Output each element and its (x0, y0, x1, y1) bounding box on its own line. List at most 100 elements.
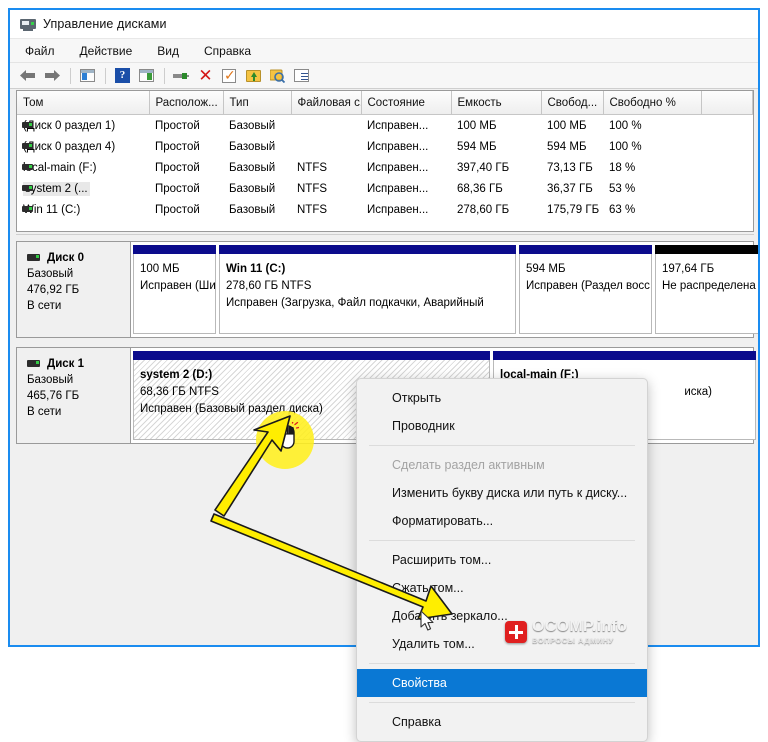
volume-icon (22, 185, 33, 191)
col-header-volume[interactable]: Том (17, 91, 150, 115)
menu-item-format[interactable]: Форматировать... (357, 507, 647, 535)
col-header-type[interactable]: Тип (223, 91, 292, 115)
menu-item-file[interactable]: Файл (22, 42, 58, 60)
pane-splitter[interactable] (16, 234, 754, 241)
volume-free-pct-cell: 100 % (609, 119, 642, 132)
table-row[interactable]: local-main (F:) Простой Базовый NTFS Исп… (17, 157, 753, 178)
show-action-pane-icon[interactable] (135, 65, 157, 86)
col-header-layout[interactable]: Располож... (149, 91, 224, 115)
volume-capacity-cell: 397,40 ГБ (457, 161, 510, 174)
partition-block[interactable]: Win 11 (C:) 278,60 ГБ NTFS Исправен (Заг… (219, 245, 516, 334)
volume-status-cell: Исправен... (367, 140, 429, 153)
menu-separator (369, 663, 635, 664)
partition-status: Исправен (Загрузка, Файл подкачки, Авари… (226, 297, 484, 309)
menu-item-extend-volume[interactable]: Расширить том... (357, 546, 647, 574)
menu-item-view[interactable]: Вид (154, 42, 182, 60)
volume-type-cell: Базовый (229, 119, 276, 132)
disk1-size: 465,76 ГБ (27, 390, 80, 402)
disk-management-app-icon (20, 17, 36, 31)
volume-capacity-cell: 278,60 ГБ (457, 203, 510, 216)
volume-layout-cell: Простой (155, 203, 200, 216)
menu-item-properties[interactable]: Свойства (357, 669, 647, 697)
search-icon[interactable] (266, 65, 288, 86)
disk1-title: Диск 1 (27, 356, 130, 372)
help-icon[interactable]: ? (111, 65, 133, 86)
properties-check-icon[interactable]: ✓ (218, 65, 240, 86)
volume-spacer-cell (701, 157, 753, 178)
disk-icon (27, 360, 40, 367)
table-row[interactable]: (Диск 0 раздел 4) Простой Базовый Исправ… (17, 136, 753, 157)
partition-size: 594 МБ (526, 263, 566, 275)
volume-free-cell: 73,13 ГБ (547, 161, 593, 174)
partition-body: Win 11 (C:) 278,60 ГБ NTFS Исправен (Заг… (219, 254, 516, 334)
volume-type-cell: Базовый (229, 182, 276, 195)
volume-name-cell: Win 11 (C:) (17, 199, 149, 220)
partition-block[interactable]: 594 МБ Исправен (Раздел восс (519, 245, 652, 334)
menu-item-change-drive-letter[interactable]: Изменить букву диска или путь к диску... (357, 479, 647, 507)
volume-layout-cell: Простой (155, 161, 200, 174)
volume-free-cell: 36,37 ГБ (547, 182, 593, 195)
col-header-capacity[interactable]: Емкость (451, 91, 542, 115)
table-row[interactable]: Win 11 (C:) Простой Базовый NTFS Исправе… (17, 199, 753, 220)
plus-badge-icon (505, 621, 527, 643)
disk0-size: 476,92 ГБ (27, 284, 80, 296)
volume-free-cell: 100 МБ (547, 119, 587, 132)
window-title: Управление дисками (43, 17, 167, 31)
menu-separator (369, 702, 635, 703)
volume-fs-cell: NTFS (297, 161, 328, 174)
partition-block-unallocated[interactable]: 197,64 ГБ Не распределена (655, 245, 758, 334)
volume-type-cell: Базовый (229, 140, 276, 153)
disk0-title: Диск 0 (27, 250, 130, 266)
watermark-subtitle: ВОПРОСЫ АДМИНУ (532, 636, 614, 646)
forward-arrow-icon[interactable] (41, 65, 63, 86)
title-bar: Управление дисками (10, 10, 758, 39)
toolbar-separator (105, 67, 106, 84)
volume-table: Том Располож... Тип Файловая с... Состоя… (17, 91, 753, 220)
menu-item-shrink-volume[interactable]: Сжать том... (357, 574, 647, 602)
partition-capacity-bar (133, 351, 490, 360)
partition-body: 100 МБ Исправен (Шиф (133, 254, 216, 334)
menu-item-open[interactable]: Открыть (357, 384, 647, 412)
col-header-filesystem[interactable]: Файловая с... (291, 91, 362, 115)
col-header-free-pct[interactable]: Свободно % (603, 91, 702, 115)
upload-folder-icon[interactable] (242, 65, 264, 86)
site-watermark: OCOMP.info ВОПРОСЫ АДМИНУ (505, 617, 640, 647)
disk1-state: В сети (27, 406, 62, 418)
volume-name-cell: local-main (F:) (17, 157, 149, 178)
volume-layout-cell: Простой (155, 119, 200, 132)
disk0-partitions: 100 МБ Исправен (Шиф Win 11 (C:) 278,60 … (131, 242, 758, 337)
connect-disk-icon[interactable] (170, 65, 192, 86)
delete-icon[interactable]: ✕ (194, 65, 216, 86)
back-arrow-icon[interactable] (17, 65, 39, 86)
col-header-free[interactable]: Свобод... (541, 91, 604, 115)
context-menu[interactable]: Открыть Проводник Сделать раздел активны… (356, 378, 648, 742)
volume-list[interactable]: Том Располож... Тип Файловая с... Состоя… (16, 90, 754, 232)
menu-item-help[interactable]: Справка (357, 708, 647, 736)
volume-capacity-cell: 100 МБ (457, 119, 497, 132)
table-row[interactable]: (Диск 0 раздел 1) Простой Базовый Исправ… (17, 115, 753, 137)
volume-icon (22, 164, 33, 170)
partition-size: 197,64 ГБ (662, 263, 715, 275)
partition-capacity-bar (655, 245, 758, 254)
disk0-info[interactable]: Диск 0 Базовый 476,92 ГБ В сети (17, 242, 131, 337)
disk1-info[interactable]: Диск 1 Базовый 465,76 ГБ В сети (17, 348, 131, 443)
menu-item-help[interactable]: Справка (201, 42, 254, 60)
volume-capacity-cell: 594 МБ (457, 140, 497, 153)
menu-item-explorer[interactable]: Проводник (357, 412, 647, 440)
disk1-kind: Базовый (27, 374, 74, 386)
volume-icon (22, 143, 33, 149)
partition-capacity-bar (519, 245, 652, 254)
partition-block[interactable]: 100 МБ Исправен (Шиф (133, 245, 216, 334)
volume-icon (22, 122, 33, 128)
menu-item-action[interactable]: Действие (77, 42, 136, 60)
volume-icon (22, 206, 33, 212)
volume-table-header-row: Том Располож... Тип Файловая с... Состоя… (17, 91, 753, 115)
table-row[interactable]: system 2 (... Простой Базовый NTFS Испра… (17, 178, 753, 199)
col-header-status[interactable]: Состояние (361, 91, 452, 115)
disk-graphic-row-disk0[interactable]: Диск 0 Базовый 476,92 ГБ В сети 100 МБ И… (16, 241, 758, 338)
volume-capacity-cell: 68,36 ГБ (457, 182, 503, 195)
show-hide-console-tree-icon[interactable] (76, 65, 98, 86)
partition-body: 197,64 ГБ Не распределена (655, 254, 758, 334)
toolbar-separator (70, 67, 71, 84)
list-view-icon[interactable] (290, 65, 312, 86)
